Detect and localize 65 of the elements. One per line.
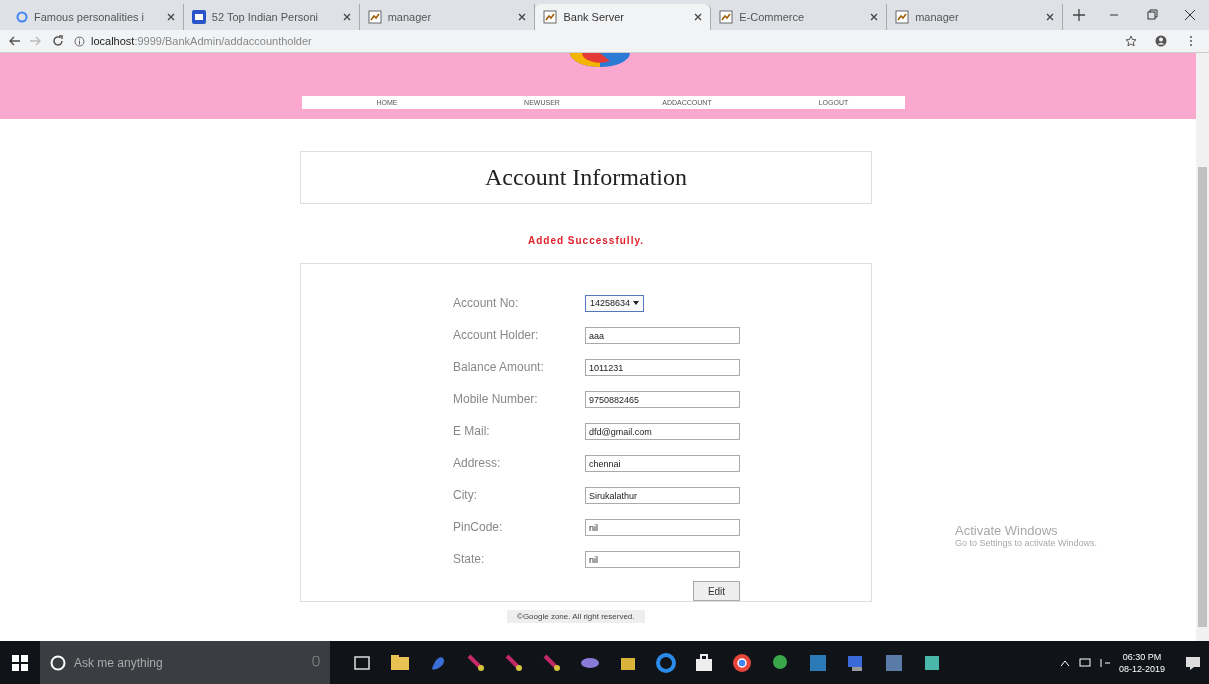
bag-icon[interactable] bbox=[694, 653, 714, 673]
network-icon[interactable] bbox=[1078, 657, 1091, 669]
app-icon[interactable] bbox=[922, 653, 942, 673]
tab-title: Bank Server bbox=[563, 11, 625, 23]
page-heading: Account Information bbox=[485, 164, 687, 191]
site-icon bbox=[191, 10, 206, 24]
field-label: City: bbox=[453, 488, 478, 502]
windows-start-icon[interactable] bbox=[12, 655, 28, 671]
footer-text: ©Google zone. All right reserved. bbox=[507, 610, 645, 623]
folder-icon[interactable] bbox=[390, 653, 410, 673]
search-engine-icon bbox=[16, 11, 28, 23]
input-field[interactable]: Sirukalathur bbox=[585, 486, 740, 504]
field-label: State: bbox=[453, 552, 486, 566]
page-icon bbox=[543, 10, 558, 24]
tab-title: manager bbox=[387, 11, 433, 23]
input-field[interactable]: aaa bbox=[585, 326, 740, 344]
microphone-icon[interactable] bbox=[312, 656, 320, 670]
brush-icon[interactable] bbox=[504, 653, 524, 673]
star-icon[interactable] bbox=[1125, 35, 1137, 47]
account-icon[interactable] bbox=[1155, 35, 1167, 47]
tab-title: 52 Top Indian Personi bbox=[211, 11, 320, 23]
address-field[interactable]: localhost:9999/BankAdmin/addaccountholder bbox=[91, 35, 312, 47]
clock[interactable]: 06:30 PM 08-12-2019 bbox=[1118, 651, 1165, 675]
field-label: E Mail: bbox=[453, 424, 491, 438]
input-field[interactable]: nil bbox=[585, 550, 740, 568]
edit-button[interactable]: Edit bbox=[693, 581, 740, 601]
activation-title: Activate Windows bbox=[955, 523, 1059, 538]
app-icon[interactable] bbox=[884, 653, 904, 673]
input-field[interactable]: 1011231 bbox=[585, 358, 740, 376]
tab-title: E-Commerce bbox=[739, 11, 806, 23]
tab-title: Famous personalities i bbox=[34, 11, 146, 23]
task-view-icon[interactable] bbox=[352, 653, 372, 673]
info-icon bbox=[74, 35, 85, 47]
account-dropdown[interactable]: 14258634 bbox=[585, 294, 645, 312]
tab-title: manager bbox=[915, 11, 960, 23]
field-label: Account No: bbox=[453, 296, 520, 310]
brush-icon[interactable] bbox=[542, 653, 562, 673]
caret-icon bbox=[633, 301, 640, 305]
browser-tab[interactable]: Bank Server bbox=[535, 4, 712, 30]
back-icon[interactable] bbox=[8, 35, 20, 47]
input-field[interactable]: dfd@gmail.com bbox=[585, 422, 740, 440]
field-label: Address: bbox=[453, 456, 502, 470]
field-label: PinCode: bbox=[453, 520, 504, 534]
field-label: Account Holder: bbox=[453, 328, 540, 342]
language-icon[interactable] bbox=[1098, 657, 1111, 669]
logo-icon bbox=[570, 53, 630, 67]
field-label: Mobile Number: bbox=[453, 392, 539, 406]
page-icon bbox=[895, 10, 910, 24]
page-icon bbox=[719, 10, 734, 24]
taskbar-search-field[interactable]: Ask me anything bbox=[40, 641, 330, 684]
restore-icon[interactable] bbox=[1146, 9, 1158, 21]
input-field[interactable]: nil bbox=[585, 518, 740, 536]
close-icon[interactable] bbox=[1184, 9, 1196, 21]
input-field[interactable]: chennai bbox=[585, 454, 740, 472]
scrollbar[interactable] bbox=[1196, 53, 1209, 641]
input-field[interactable]: 9750882465 bbox=[585, 390, 740, 408]
reload-icon[interactable] bbox=[52, 35, 64, 47]
brush-icon[interactable] bbox=[466, 653, 486, 673]
cortana-icon bbox=[50, 655, 66, 671]
notification-icon[interactable] bbox=[1185, 655, 1201, 671]
page-icon bbox=[367, 10, 382, 24]
field-label: Balance Amount: bbox=[453, 360, 545, 374]
app-icon[interactable] bbox=[808, 653, 828, 673]
success-message: Added Successfully. bbox=[527, 235, 645, 246]
activation-subtitle: Go to Settings to activate Windows. bbox=[955, 538, 1098, 548]
